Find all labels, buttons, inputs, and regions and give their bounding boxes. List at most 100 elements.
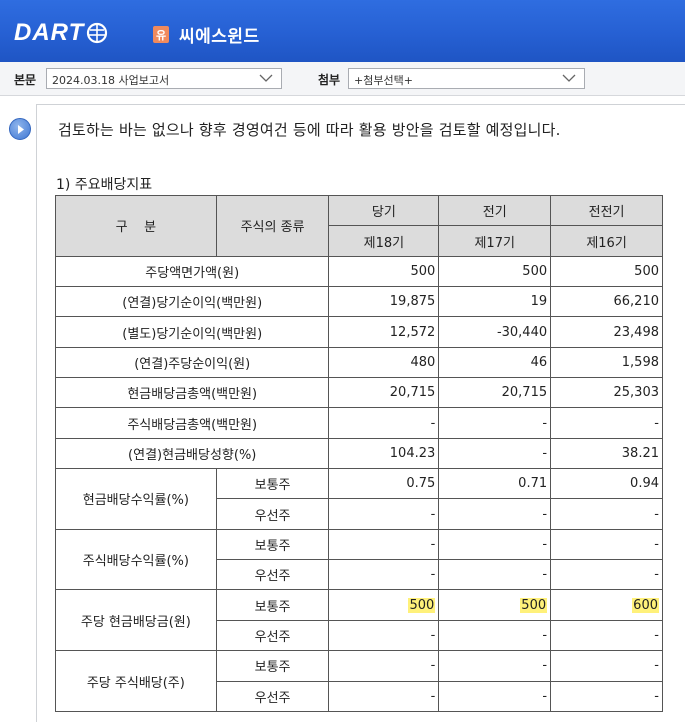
value-cell: 0.94 — [550, 468, 663, 500]
section-title: 1) 주요배당지표 — [56, 177, 153, 193]
table-row: (연결)당기순이익(백만원) 19,875 19 66,210 — [54, 286, 663, 318]
row-label: (연결)주당순이익(원) — [54, 346, 330, 379]
row-label: (연결)당기순이익(백만원) — [54, 286, 330, 318]
row-label: 주식배당금총액(백만원) — [54, 407, 330, 439]
value-cell: 23,498 — [550, 316, 663, 348]
group-label: 주당 주식배당(주) — [55, 650, 217, 712]
value-cell: - — [328, 407, 440, 439]
value-cell: 12,572 — [328, 316, 440, 348]
logo-text: DART — [14, 19, 85, 46]
row-label: 주당액면가액(원) — [54, 255, 330, 288]
value-cell: 500 — [328, 255, 440, 288]
value-cell: - — [438, 650, 552, 682]
value-cell: - — [328, 680, 440, 712]
value-cell: - — [438, 407, 552, 439]
main-doc-label: 본문 — [14, 73, 37, 87]
value-cell: -30,440 — [438, 316, 552, 348]
header-term-prior: 제17기 — [438, 225, 552, 257]
table-row: (연결)현금배당성향(%) 104.23-38.21 — [54, 437, 663, 470]
value-cell: 104.23 — [328, 437, 440, 470]
value-cell: 500 — [550, 255, 663, 288]
value-cell: - — [438, 680, 552, 712]
value-cell: 19 — [438, 286, 552, 318]
row-label: (별도)당기순이익(백만원) — [54, 316, 330, 348]
stock-type-cell: 보통주 — [215, 468, 330, 500]
stock-type-cell: 우선주 — [215, 619, 330, 652]
body-paragraph: 검토하는 바는 없으나 향후 경영여건 등에 따라 활용 방안을 검토할 예정입… — [58, 121, 561, 139]
app-header: DART 유 씨에스윈드 — [0, 0, 685, 62]
value-cell: 46 — [438, 346, 552, 379]
table-row: 현금배당금총액(백만원) 20,715 20,715 25,303 — [54, 377, 663, 409]
value-cell: - — [438, 528, 552, 561]
value-cell: - — [438, 559, 552, 591]
value-cell: 480 — [328, 346, 440, 379]
stock-type-cell: 우선주 — [215, 559, 330, 591]
header-category: 구 분 — [55, 195, 217, 257]
value-cell: 38.21 — [550, 437, 663, 470]
header-stock-type: 주식의 종류 — [215, 195, 330, 257]
value-cell: 19,875 — [328, 286, 440, 318]
table-row: 주식배당수익률(%) 보통주 - - - — [55, 528, 663, 591]
table-row: (별도)당기순이익(백만원) 12,572 -30,440 23,498 — [54, 316, 663, 348]
table-header-row: 구 분 주식의 종류 당기 전기 전전기 — [55, 194, 663, 257]
value-cell: 500 — [438, 255, 552, 288]
stock-type-cell: 우선주 — [215, 498, 330, 530]
value-cell: - — [328, 650, 440, 682]
company-name: 씨에스윈드 — [179, 27, 260, 47]
value-cell: - — [328, 559, 440, 591]
group-label: 주당 현금배당금(원) — [55, 589, 217, 652]
value-cell: - — [438, 619, 552, 652]
value-cell: - — [550, 407, 663, 439]
stock-type-cell: 보통주 — [215, 528, 330, 561]
group-label: 현금배당수익률(%) — [55, 468, 217, 530]
stock-type-cell: 보통주 — [215, 650, 330, 682]
stock-type-cell: 보통주 — [215, 589, 330, 621]
attachment-select-value: +첨부선택+ — [354, 74, 413, 87]
group-label: 주식배당수익률(%) — [55, 528, 217, 591]
report-toolbar: 본문 2024.03.18 사업보고서 첨부 +첨부선택+ — [0, 62, 685, 96]
dividend-table: 구 분 주식의 종류 당기 전기 전전기 제18기 제17기 제16기 주당액면… — [54, 194, 663, 712]
highlighted-value: 500 — [408, 597, 436, 613]
value-cell: - — [550, 559, 663, 591]
value-cell: - — [438, 498, 552, 530]
value-cell: - — [550, 680, 663, 712]
header-period-prior: 전기 — [438, 194, 552, 227]
chevron-down-icon — [259, 72, 273, 84]
attachment-label: 첨부 — [318, 73, 341, 87]
row-label: (연결)현금배당성향(%) — [54, 437, 330, 470]
toc-toggle-button[interactable] — [9, 118, 31, 140]
value-cell: - — [550, 528, 663, 561]
main-doc-select[interactable]: 2024.03.18 사업보고서 — [46, 68, 282, 89]
value-cell: - — [328, 619, 440, 652]
stock-type-cell: 우선주 — [215, 680, 330, 712]
chevron-right-icon — [18, 125, 24, 134]
value-cell: 600 — [550, 589, 663, 621]
value-cell: 500 — [438, 589, 552, 621]
main-doc-select-value: 2024.03.18 사업보고서 — [52, 74, 170, 87]
logo-globe-icon — [85, 21, 109, 45]
header-period-prior2: 전전기 — [550, 194, 663, 227]
highlighted-value: 500 — [520, 597, 548, 613]
value-cell: - — [328, 498, 440, 530]
value-cell: - — [438, 437, 552, 470]
value-cell: 25,303 — [550, 377, 663, 409]
table-row: 주당액면가액(원) 500 500 500 — [54, 255, 663, 288]
value-cell: 1,598 — [550, 346, 663, 379]
chevron-down-icon — [562, 72, 576, 84]
value-cell: 20,715 — [438, 377, 552, 409]
table-row: 주당 주식배당(주) 보통주 - - - — [55, 650, 663, 712]
value-cell: - — [328, 528, 440, 561]
value-cell: 20,715 — [328, 377, 440, 409]
table-row: 현금배당수익률(%) 보통주 0.75 0.71 0.94 — [55, 468, 663, 530]
row-label: 현금배당금총액(백만원) — [54, 377, 330, 409]
header-term-current: 제18기 — [328, 225, 440, 257]
value-cell: 0.75 — [328, 468, 440, 500]
value-cell: 500 — [328, 589, 440, 621]
attachment-select[interactable]: +첨부선택+ — [348, 68, 585, 89]
header-period-current: 당기 — [328, 194, 440, 227]
table-row: 주식배당금총액(백만원) - - - — [54, 407, 663, 439]
value-cell: - — [550, 619, 663, 652]
table-row: 주당 현금배당금(원) 보통주 500 500 600 — [55, 589, 663, 652]
dart-logo[interactable]: DART — [14, 18, 109, 48]
value-cell: 66,210 — [550, 286, 663, 318]
